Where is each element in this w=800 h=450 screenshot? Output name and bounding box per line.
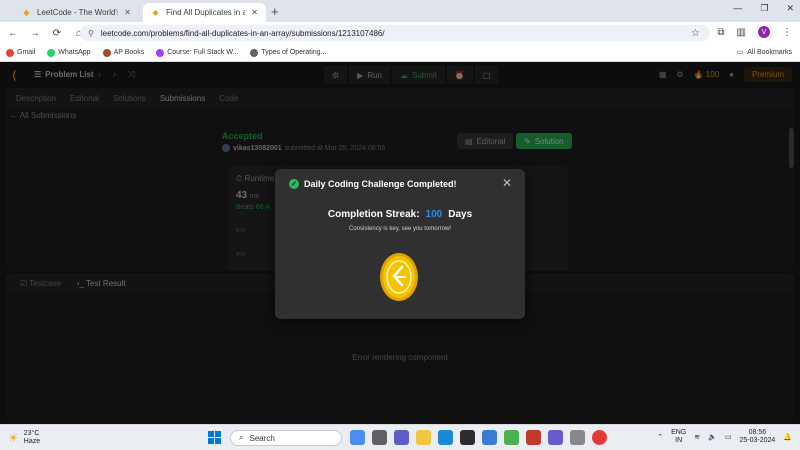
- bookmark-star-icon[interactable]: ☆: [691, 28, 700, 39]
- weather-haze-icon: ☀: [8, 431, 19, 445]
- window-controls: — ❐ ✕: [733, 3, 794, 14]
- all-bookmarks[interactable]: ▭ All Bookmarks: [736, 48, 792, 57]
- leetcode-favicon-icon: ◆: [152, 8, 159, 17]
- daily-challenge-modal: ✓ Daily Coding Challenge Completed! ✕ Co…: [275, 169, 525, 319]
- site-info-icon[interactable]: ⚲: [88, 29, 94, 38]
- tab-title: Find All Duplicates in an Array: [166, 8, 246, 17]
- battery-icon[interactable]: ▭: [725, 433, 732, 441]
- minimize-icon[interactable]: —: [733, 3, 742, 14]
- chevron-up-icon[interactable]: ⌃: [657, 433, 663, 441]
- bookmark-course[interactable]: Course: Full Stack W...: [156, 48, 238, 57]
- url-text: leetcode.com/problems/find-all-duplicate…: [100, 28, 385, 38]
- copilot-icon[interactable]: [350, 430, 365, 445]
- close-window-icon[interactable]: ✕: [786, 3, 794, 14]
- menu-dots-icon[interactable]: ⋮: [782, 27, 792, 38]
- taskbar-apps: [350, 430, 607, 445]
- app-icon[interactable]: [504, 430, 519, 445]
- tab-leetcode-home[interactable]: ◆ LeetCode - The World's Leadin ✕: [14, 3, 139, 22]
- app-icon[interactable]: [570, 430, 585, 445]
- check-circle-icon: ✓: [289, 179, 299, 189]
- book-icon: [102, 48, 111, 57]
- language-indicator[interactable]: ENG IN: [671, 429, 686, 445]
- course-icon: [156, 48, 165, 57]
- browser-tabstrip: ◆ LeetCode - The World's Leadin ✕ ◆ Find…: [0, 0, 800, 22]
- browser-right-tools: ⧉ ▥ V ⋮: [717, 26, 792, 38]
- browser-toolbar: ← → ⟳ ⌂ ⚲ leetcode.com/problems/find-all…: [0, 22, 800, 44]
- app-icon[interactable]: [482, 430, 497, 445]
- notification-bell-icon[interactable]: 🔔: [783, 433, 792, 441]
- close-icon[interactable]: ✕: [124, 8, 131, 17]
- clock[interactable]: 08:56 25-03-2024: [739, 429, 775, 445]
- task-view-icon[interactable]: [372, 430, 387, 445]
- system-tray: ⌃ ENG IN ≋ 🔈 ▭ 08:56 25-03-2024 🔔: [657, 429, 792, 445]
- whatsapp-icon: [47, 48, 56, 57]
- edge-icon[interactable]: [438, 430, 453, 445]
- side-panel-icon[interactable]: ▥: [737, 27, 746, 38]
- close-icon[interactable]: ✕: [502, 176, 512, 190]
- leetcode-favicon-icon: ◆: [23, 8, 30, 17]
- weather-widget[interactable]: ☀ 23°C Haze: [8, 430, 40, 446]
- forward-icon[interactable]: →: [26, 28, 44, 39]
- bookmark-types-os[interactable]: Types of Operating...: [250, 48, 326, 57]
- teams-icon[interactable]: [394, 430, 409, 445]
- extensions-icon[interactable]: ⧉: [717, 27, 724, 38]
- link-icon: [250, 48, 259, 57]
- taskbar-search[interactable]: ⌕ Search: [230, 430, 342, 446]
- file-explorer-icon[interactable]: [416, 430, 431, 445]
- mcafee-icon[interactable]: [526, 430, 541, 445]
- close-icon[interactable]: ✕: [251, 8, 258, 17]
- bookmark-ap-books[interactable]: AP Books: [102, 48, 144, 57]
- volume-icon[interactable]: 🔈: [708, 433, 717, 441]
- profile-avatar[interactable]: V: [758, 26, 770, 38]
- bookmark-whatsapp[interactable]: WhatsApp: [47, 48, 91, 57]
- new-tab-icon[interactable]: +: [271, 4, 279, 19]
- windows-taskbar: ☀ 23°C Haze ⌕ Search ⌃ ENG IN ≋ 🔈 ▭ 08:56 2…: [0, 424, 800, 450]
- back-icon[interactable]: ←: [4, 28, 22, 39]
- folder-icon: ▭: [736, 49, 744, 56]
- windows-start-icon[interactable]: [208, 431, 221, 444]
- completion-streak: Completion Streak: 100 Days: [327, 209, 473, 220]
- bookmarks-bar: Gmail WhatsApp AP Books Course: Full Sta…: [0, 44, 800, 62]
- reload-icon[interactable]: ⟳: [48, 28, 66, 39]
- search-icon: ⌕: [239, 433, 244, 442]
- streak-subtitle: Consistency is key, see you tomorrow!: [349, 226, 451, 232]
- gmail-icon: [6, 48, 14, 57]
- modal-title: Daily Coding Challenge Completed!: [304, 179, 457, 189]
- restore-icon[interactable]: ❐: [760, 3, 768, 14]
- wifi-icon[interactable]: ≋: [694, 433, 700, 441]
- tab-find-duplicates[interactable]: ◆ Find All Duplicates in an Array ✕: [143, 3, 266, 22]
- address-bar[interactable]: ⚲ leetcode.com/problems/find-all-duplica…: [80, 25, 710, 41]
- leetcode-coin-icon: [380, 253, 418, 301]
- store-icon[interactable]: [460, 430, 475, 445]
- tab-title: LeetCode - The World's Leadin: [37, 8, 118, 17]
- app-icon[interactable]: [548, 430, 563, 445]
- bookmark-gmail[interactable]: Gmail: [6, 48, 35, 57]
- chrome-icon[interactable]: [592, 430, 607, 445]
